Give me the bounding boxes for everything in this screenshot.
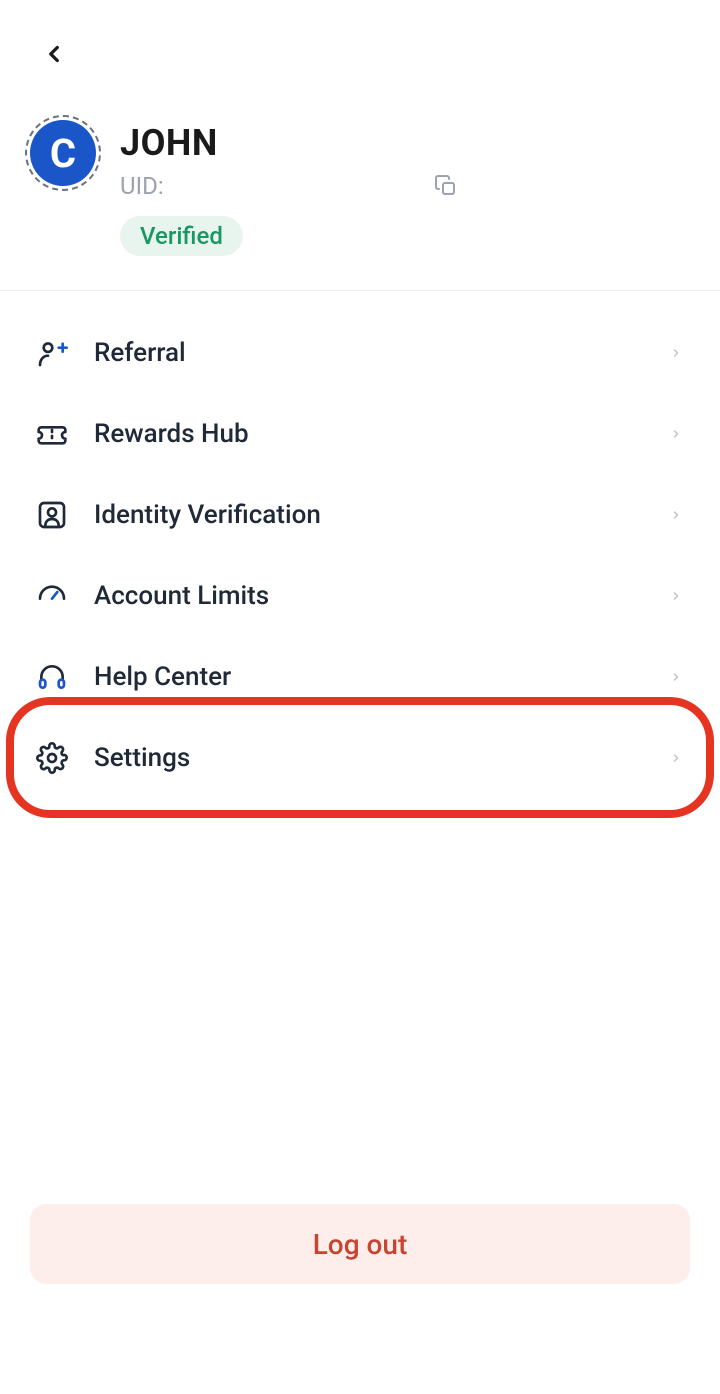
menu-item-settings[interactable]: Settings (0, 717, 720, 798)
profile-name: JOHN (120, 122, 690, 164)
gear-icon (34, 740, 70, 776)
chevron-left-icon (41, 39, 67, 69)
copy-button[interactable] (432, 172, 460, 200)
user-plus-icon (34, 335, 70, 371)
chevron-right-icon (666, 748, 686, 768)
profile-section: C JOHN UID: Verified (30, 120, 690, 256)
divider (0, 290, 720, 291)
logout-button[interactable]: Log out (30, 1204, 690, 1284)
chevron-right-icon (666, 424, 686, 444)
chevron-right-icon (666, 505, 686, 525)
uid-label: UID: (120, 172, 164, 200)
avatar-letter: C (50, 130, 76, 177)
ticket-icon (34, 416, 70, 452)
copy-icon (434, 174, 458, 198)
gauge-icon (34, 578, 70, 614)
uid-row: UID: (120, 172, 690, 200)
back-button[interactable] (34, 34, 74, 74)
profile-info: JOHN UID: Verified (120, 120, 690, 256)
headset-icon (34, 659, 70, 695)
menu-label: Referral (94, 338, 666, 368)
id-icon (34, 497, 70, 533)
menu-item-help-center[interactable]: Help Center (0, 636, 720, 717)
chevron-right-icon (666, 667, 686, 687)
menu-list: Referral Rewards Hub (0, 312, 720, 798)
menu-label: Help Center (94, 662, 666, 692)
avatar[interactable]: C (30, 120, 96, 186)
menu-label: Account Limits (94, 581, 666, 611)
menu-item-referral[interactable]: Referral (0, 312, 720, 393)
verified-badge: Verified (120, 216, 243, 256)
menu-label: Identity Verification (94, 500, 666, 530)
menu-item-account-limits[interactable]: Account Limits (0, 555, 720, 636)
chevron-right-icon (666, 586, 686, 606)
chevron-right-icon (666, 343, 686, 363)
menu-item-rewards-hub[interactable]: Rewards Hub (0, 393, 720, 474)
menu-item-identity-verification[interactable]: Identity Verification (0, 474, 720, 555)
menu-label: Rewards Hub (94, 419, 666, 449)
menu-label: Settings (94, 743, 666, 773)
logout-label: Log out (313, 1228, 408, 1261)
